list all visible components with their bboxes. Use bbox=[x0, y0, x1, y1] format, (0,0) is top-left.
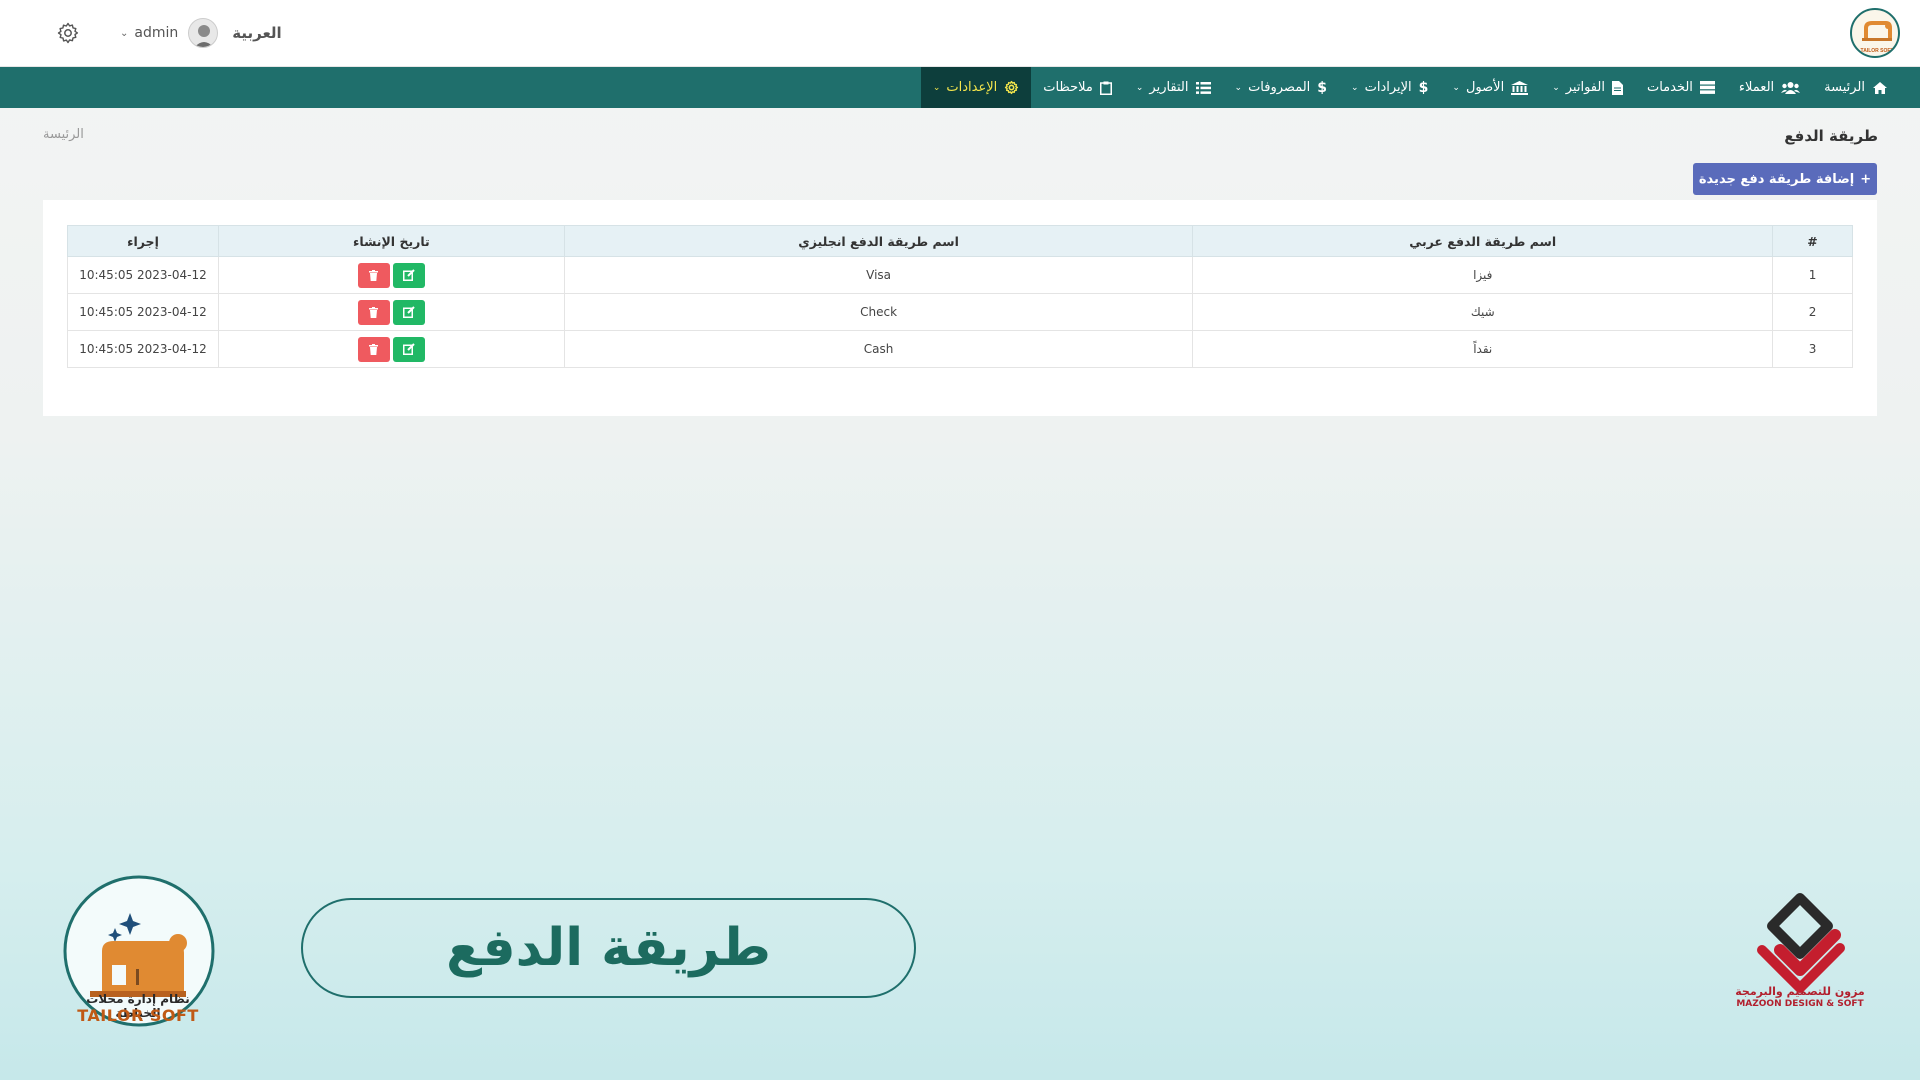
user-name[interactable]: admin bbox=[134, 25, 178, 41]
edit-button[interactable] bbox=[392, 336, 425, 362]
cell-actions bbox=[217, 256, 565, 294]
column-header-action[interactable]: إجراء bbox=[67, 225, 219, 257]
nav-item-revenues[interactable]: $ الإيرادات ⌄ bbox=[1339, 67, 1440, 108]
nav-item-reports[interactable]: التقارير ⌄ bbox=[1124, 67, 1223, 108]
nav-label: الخدمات bbox=[1646, 80, 1693, 95]
trash-icon bbox=[369, 269, 379, 281]
users-icon bbox=[1781, 82, 1801, 94]
caption-box: طريقة الدفع bbox=[301, 898, 916, 998]
avatar[interactable] bbox=[188, 18, 219, 48]
table-header-row: # اسم طريقة الدفع عربي اسم طريقة الدفع ا… bbox=[67, 225, 1853, 257]
chevron-down-icon: ⌄ bbox=[932, 82, 941, 93]
cell-actions bbox=[217, 330, 565, 368]
table-row: 3 نقداً Cash 2023-04-12 10:45:05 bbox=[67, 330, 1853, 368]
dollar-icon: $ bbox=[1418, 79, 1429, 96]
nav-item-expenses[interactable]: $ المصروفات ⌄ bbox=[1223, 67, 1340, 108]
nav-item-services[interactable]: الخدمات bbox=[1635, 67, 1727, 108]
nav-item-customers[interactable]: العملاء bbox=[1727, 67, 1812, 108]
column-header-number[interactable]: # bbox=[1772, 225, 1853, 257]
list-icon bbox=[1699, 81, 1715, 94]
nav-label: الإعدادات bbox=[946, 80, 998, 95]
nav-label: التقارير bbox=[1149, 80, 1189, 95]
trash-icon bbox=[369, 343, 379, 355]
column-header-arabic-name[interactable]: اسم طريقة الدفع عربي bbox=[1192, 225, 1774, 257]
nav-label: ملاحظات bbox=[1043, 80, 1093, 95]
caption-title: طريقة الدفع bbox=[446, 918, 771, 978]
column-header-created-date[interactable]: تاريخ الإنشاء bbox=[217, 225, 565, 257]
cell-created-date: 2023-04-12 10:45:05 bbox=[67, 256, 219, 294]
nav-label: الفواتير bbox=[1565, 80, 1605, 95]
nav-label: العملاء bbox=[1738, 80, 1775, 95]
chevron-down-icon: ⌄ bbox=[1552, 82, 1560, 93]
delete-button[interactable] bbox=[357, 299, 390, 325]
nav-item-assets[interactable]: الأصول ⌄ bbox=[1440, 67, 1540, 108]
nav-label: المصروفات bbox=[1248, 80, 1311, 95]
delete-button[interactable] bbox=[357, 336, 390, 362]
chevron-down-icon: ⌄ bbox=[1234, 82, 1243, 93]
trash-icon bbox=[369, 306, 379, 318]
chevron-down-icon: ⌄ bbox=[1135, 82, 1144, 93]
nav-item-invoices[interactable]: الفواتير ⌄ bbox=[1540, 67, 1635, 108]
cell-actions bbox=[217, 293, 565, 331]
add-payment-method-button[interactable]: + إضافة طريقة دفع جديدة bbox=[1693, 163, 1877, 195]
cell-created-date: 2023-04-12 10:45:05 bbox=[67, 293, 219, 331]
cell-english-name: Cash bbox=[563, 330, 1194, 368]
cell-english-name: Check bbox=[563, 293, 1194, 331]
cell-english-name: Visa bbox=[563, 256, 1194, 294]
nav-label: الإيرادات bbox=[1364, 80, 1412, 95]
app-logo[interactable]: TAILOR SOFT bbox=[1850, 8, 1900, 58]
home-icon bbox=[1873, 81, 1887, 94]
add-button-label: إضافة طريقة دفع جديدة bbox=[1698, 171, 1855, 187]
nav-label: الرئيسة bbox=[1824, 80, 1865, 95]
gear-icon bbox=[1005, 80, 1019, 95]
breadcrumb[interactable]: الرئيسة bbox=[43, 127, 84, 142]
settings-gear-icon[interactable] bbox=[56, 21, 80, 45]
cell-arabic-name: فيزا bbox=[1192, 256, 1774, 294]
svg-text:TAILOR SOFT: TAILOR SOFT bbox=[1861, 48, 1894, 54]
nav-label: الأصول bbox=[1465, 80, 1505, 95]
mazoon-arabic-name: مزون للتصميم والبرمجة bbox=[1735, 985, 1865, 998]
user-menu-chevron-icon[interactable]: ⌄ bbox=[120, 28, 128, 39]
table-row: 2 شيك Check 2023-04-12 10:45:05 bbox=[67, 293, 1853, 331]
edit-button[interactable] bbox=[392, 299, 425, 325]
edit-button[interactable] bbox=[392, 262, 425, 288]
user-area: ⌄ admin العربية bbox=[56, 16, 282, 50]
bank-icon bbox=[1511, 80, 1529, 95]
tailor-soft-english-name: TAILOR SOFT bbox=[77, 1006, 199, 1025]
edit-icon bbox=[402, 269, 415, 281]
top-header: TAILOR SOFT ⌄ admin العربية bbox=[0, 0, 1920, 67]
dollar-icon: $ bbox=[1317, 79, 1328, 96]
chevron-down-icon: ⌄ bbox=[1351, 82, 1359, 93]
cell-number: 2 bbox=[1772, 293, 1853, 331]
delete-button[interactable] bbox=[357, 262, 390, 288]
nav-item-notes[interactable]: ملاحظات bbox=[1031, 67, 1124, 108]
nav-item-settings[interactable]: الإعدادات ⌄ bbox=[920, 67, 1032, 108]
tasks-icon bbox=[1195, 81, 1211, 94]
main-nav: الرئيسة العملاء الخدمات الفواتير ⌄ الأصو… bbox=[0, 67, 1920, 108]
cell-created-date: 2023-04-12 10:45:05 bbox=[67, 330, 219, 368]
mazoon-english-name: MAZOON DESIGN & SOFT bbox=[1736, 999, 1864, 1009]
plus-icon: + bbox=[1860, 171, 1872, 187]
nav-item-home[interactable]: الرئيسة bbox=[1812, 67, 1900, 108]
cell-number: 1 bbox=[1772, 256, 1853, 294]
chevron-down-icon: ⌄ bbox=[1452, 82, 1460, 93]
cell-arabic-name: نقداً bbox=[1192, 330, 1774, 368]
clipboard-icon bbox=[1099, 81, 1112, 95]
table-row: 1 فيزا Visa 2023-04-12 10:45:05 bbox=[67, 256, 1853, 294]
cell-arabic-name: شيك bbox=[1192, 293, 1774, 331]
page-title: طريقة الدفع bbox=[1784, 127, 1878, 145]
edit-icon bbox=[402, 343, 415, 355]
cell-number: 3 bbox=[1772, 330, 1853, 368]
payment-methods-card: # اسم طريقة الدفع عربي اسم طريقة الدفع ا… bbox=[43, 200, 1877, 416]
language-switcher[interactable]: العربية bbox=[232, 24, 281, 42]
column-header-english-name[interactable]: اسم طريقة الدفع انجليزي bbox=[563, 225, 1194, 257]
payment-methods-table: # اسم طريقة الدفع عربي اسم طريقة الدفع ا… bbox=[67, 225, 1853, 368]
file-icon bbox=[1611, 80, 1623, 95]
edit-icon bbox=[402, 306, 415, 318]
